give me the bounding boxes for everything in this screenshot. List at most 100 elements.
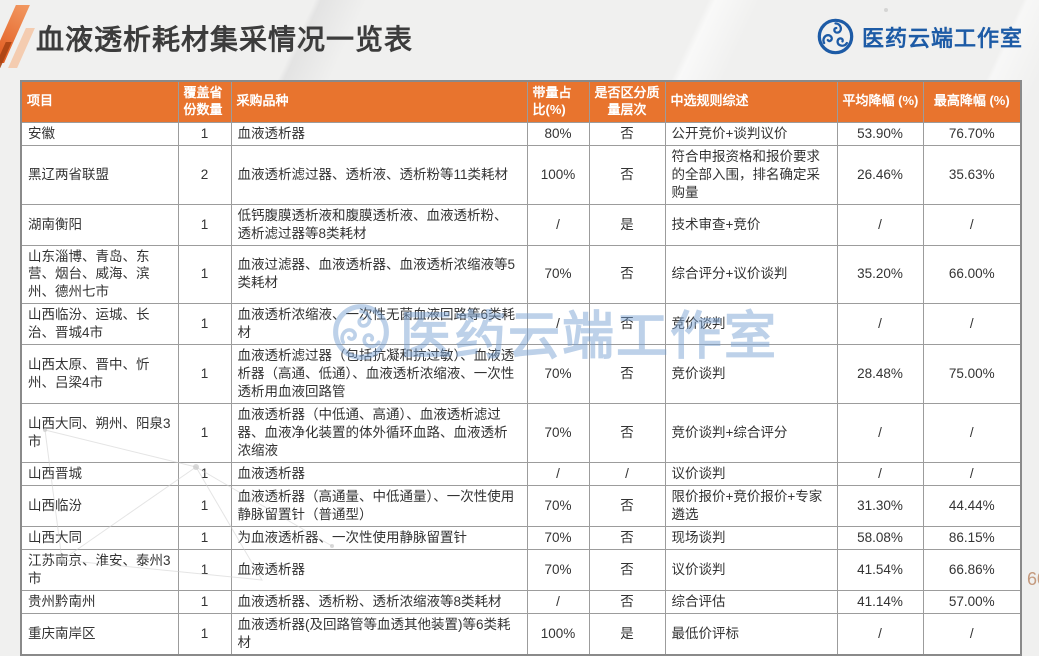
cell-rule: 议价谈判 bbox=[665, 549, 837, 590]
table-row: 山西临汾 1 血液透析器（高通量、中低通量）、一次性使用静脉留置针（普通型） 7… bbox=[21, 485, 1021, 526]
cell-quality-tier: 否 bbox=[589, 345, 665, 404]
cell-avg-reduction: 41.14% bbox=[837, 590, 923, 613]
cell-volume-ratio: / bbox=[527, 462, 589, 485]
cell-volume-ratio: 100% bbox=[527, 145, 589, 204]
header-volume-ratio: 带量占比(%) bbox=[527, 81, 589, 122]
header-avg-reduction: 平均降幅 (%) bbox=[837, 81, 923, 122]
cell-avg-reduction: 28.48% bbox=[837, 345, 923, 404]
cell-rule: 综合评估 bbox=[665, 590, 837, 613]
cell-project: 山西太原、晋中、忻州、吕梁4市 bbox=[21, 345, 178, 404]
cell-rule: 竞价谈判 bbox=[665, 304, 837, 345]
cell-quality-tier: 否 bbox=[589, 145, 665, 204]
cell-volume-ratio: 70% bbox=[527, 485, 589, 526]
header-project: 项目 bbox=[21, 81, 178, 122]
cell-max-reduction: / bbox=[923, 613, 1021, 654]
cell-max-reduction: 57.00% bbox=[923, 590, 1021, 613]
cell-project: 江苏南京、淮安、泰州3市 bbox=[21, 549, 178, 590]
cell-rule: 竞价谈判+综合评分 bbox=[665, 404, 837, 463]
cell-max-reduction: 76.70% bbox=[923, 122, 1021, 145]
logo-text: 医药云端工作室 bbox=[862, 21, 1023, 53]
cell-rule: 现场谈判 bbox=[665, 526, 837, 549]
cell-avg-reduction: / bbox=[837, 404, 923, 463]
cell-volume-ratio: 70% bbox=[527, 245, 589, 304]
table-row: 安徽 1 血液透析器 80% 否 公开竞价+谈判议价 53.90% 76.70% bbox=[21, 122, 1021, 145]
cell-varieties: 血液透析器 bbox=[231, 549, 527, 590]
cell-provinces: 1 bbox=[178, 404, 231, 463]
cell-volume-ratio: 70% bbox=[527, 345, 589, 404]
cell-varieties: 血液透析滤过器、透析液、透析粉等11类耗材 bbox=[231, 145, 527, 204]
page-number: 60 bbox=[1027, 569, 1039, 590]
cell-varieties: 血液透析器 bbox=[231, 122, 527, 145]
cell-varieties: 血液透析滤过器（包括抗凝和抗过敏）、血液透析器（高通、低通）、血液透析浓缩液、一… bbox=[231, 345, 527, 404]
header-provinces: 覆盖省份数量 bbox=[178, 81, 231, 122]
cell-varieties: 为血液透析器、一次性使用静脉留置针 bbox=[231, 526, 527, 549]
cell-rule: 议价谈判 bbox=[665, 462, 837, 485]
cell-quality-tier: 否 bbox=[589, 590, 665, 613]
cell-avg-reduction: 31.30% bbox=[837, 485, 923, 526]
cell-varieties: 血液透析器（高通量、中低通量）、一次性使用静脉留置针（普通型） bbox=[231, 485, 527, 526]
cell-varieties: 血液透析器（中低通、高通）、血液透析滤过器、血液净化装置的体外循环血路、血液透析… bbox=[231, 404, 527, 463]
cell-provinces: 1 bbox=[178, 526, 231, 549]
table-row: 黑辽两省联盟 2 血液透析滤过器、透析液、透析粉等11类耗材 100% 否 符合… bbox=[21, 145, 1021, 204]
cell-max-reduction: 44.44% bbox=[923, 485, 1021, 526]
logo: 医药云端工作室 bbox=[817, 18, 1023, 55]
cell-quality-tier: 否 bbox=[589, 549, 665, 590]
cell-rule: 限价报价+竞价报价+专家遴选 bbox=[665, 485, 837, 526]
cell-project: 山西大同、朔州、阳泉3市 bbox=[21, 404, 178, 463]
cell-quality-tier: / bbox=[589, 462, 665, 485]
cell-varieties: 血液透析浓缩液、一次性无菌血液回路等6类耗材 bbox=[231, 304, 527, 345]
table-row: 重庆南岸区 1 血液透析器(及回路管等血透其他装置)等6类耗材 100% 是 最… bbox=[21, 613, 1021, 654]
cell-varieties: 低钙腹膜透析液和腹膜透析液、血液透析粉、透析滤过器等8类耗材 bbox=[231, 204, 527, 245]
cell-project: 湖南衡阳 bbox=[21, 204, 178, 245]
cell-provinces: 1 bbox=[178, 204, 231, 245]
cell-provinces: 1 bbox=[178, 462, 231, 485]
cell-max-reduction: / bbox=[923, 204, 1021, 245]
cell-rule: 公开竞价+谈判议价 bbox=[665, 122, 837, 145]
cell-quality-tier: 否 bbox=[589, 404, 665, 463]
cell-project: 山西晋城 bbox=[21, 462, 178, 485]
cell-project: 安徽 bbox=[21, 122, 178, 145]
cell-avg-reduction: 35.20% bbox=[837, 245, 923, 304]
cell-volume-ratio: 100% bbox=[527, 613, 589, 654]
cell-avg-reduction: / bbox=[837, 304, 923, 345]
cell-avg-reduction: 41.54% bbox=[837, 549, 923, 590]
cell-provinces: 1 bbox=[178, 549, 231, 590]
cell-volume-ratio: 80% bbox=[527, 122, 589, 145]
cell-volume-ratio: / bbox=[527, 204, 589, 245]
cell-rule: 最低价评标 bbox=[665, 613, 837, 654]
table-row: 山西晋城 1 血液透析器 / / 议价谈判 / / bbox=[21, 462, 1021, 485]
cell-quality-tier: 是 bbox=[589, 613, 665, 654]
table-row: 江苏南京、淮安、泰州3市 1 血液透析器 70% 否 议价谈判 41.54% 6… bbox=[21, 549, 1021, 590]
cell-provinces: 1 bbox=[178, 304, 231, 345]
cell-quality-tier: 否 bbox=[589, 245, 665, 304]
cell-max-reduction: 35.63% bbox=[923, 145, 1021, 204]
cell-max-reduction: / bbox=[923, 462, 1021, 485]
cell-max-reduction: 75.00% bbox=[923, 345, 1021, 404]
cell-varieties: 血液透析器(及回路管等血透其他装置)等6类耗材 bbox=[231, 613, 527, 654]
cell-max-reduction: 66.86% bbox=[923, 549, 1021, 590]
table-row: 山西临汾、运城、长治、晋城4市 1 血液透析浓缩液、一次性无菌血液回路等6类耗材… bbox=[21, 304, 1021, 345]
cell-project: 山西临汾 bbox=[21, 485, 178, 526]
cell-provinces: 1 bbox=[178, 345, 231, 404]
cell-quality-tier: 否 bbox=[589, 526, 665, 549]
cell-max-reduction: / bbox=[923, 404, 1021, 463]
cell-max-reduction: 66.00% bbox=[923, 245, 1021, 304]
cell-project: 山西大同 bbox=[21, 526, 178, 549]
cell-avg-reduction: 58.08% bbox=[837, 526, 923, 549]
cell-project: 重庆南岸区 bbox=[21, 613, 178, 654]
table-row: 贵州黔南州 1 血液透析器、透析粉、透析浓缩液等8类耗材 / 否 综合评估 41… bbox=[21, 590, 1021, 613]
cell-avg-reduction: / bbox=[837, 462, 923, 485]
cell-varieties: 血液透析器、透析粉、透析浓缩液等8类耗材 bbox=[231, 590, 527, 613]
cell-max-reduction: 86.15% bbox=[923, 526, 1021, 549]
cell-provinces: 1 bbox=[178, 590, 231, 613]
cell-project: 山西临汾、运城、长治、晋城4市 bbox=[21, 304, 178, 345]
cell-provinces: 1 bbox=[178, 245, 231, 304]
table-row: 山西大同 1 为血液透析器、一次性使用静脉留置针 70% 否 现场谈判 58.0… bbox=[21, 526, 1021, 549]
cell-volume-ratio: / bbox=[527, 304, 589, 345]
header-quality-tier: 是否区分质量层次 bbox=[589, 81, 665, 122]
cell-max-reduction: / bbox=[923, 304, 1021, 345]
table-row: 山东淄博、青岛、东营、烟台、威海、滨州、德州七市 1 血液过滤器、血液透析器、血… bbox=[21, 245, 1021, 304]
cell-avg-reduction: 53.90% bbox=[837, 122, 923, 145]
cell-rule: 符合申报资格和报价要求的全部入围，排名确定采购量 bbox=[665, 145, 837, 204]
cloud-seal-icon bbox=[817, 18, 854, 55]
